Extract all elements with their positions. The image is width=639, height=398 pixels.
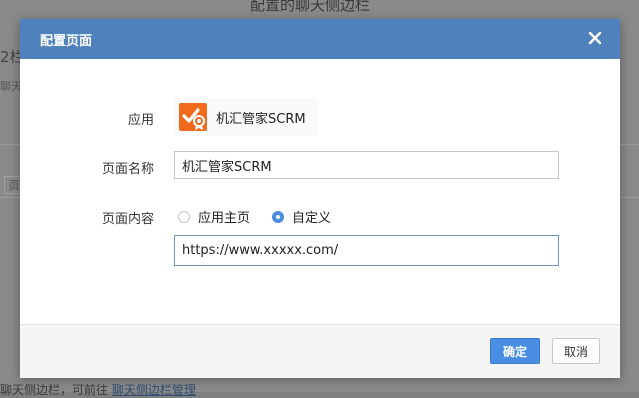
radio-app-homepage[interactable]: 应用主页 <box>178 207 250 226</box>
page-content-label: 页面内容 <box>101 212 154 227</box>
app-selector: 机汇管家SCRM <box>174 98 317 136</box>
page-name-input[interactable] <box>174 151 559 179</box>
close-icon <box>588 31 602 45</box>
close-button[interactable] <box>584 27 606 49</box>
app-label: 应用 <box>127 113 154 128</box>
radio-label: 应用主页 <box>198 211 251 226</box>
dialog-footer: 确定 取消 <box>20 324 620 378</box>
dialog-header: 配置页面 <box>20 19 620 59</box>
background-hint-text: 聊天侧边栏，可前往 <box>0 383 109 397</box>
background-fragment: 聊天 <box>0 80 22 93</box>
background-title: 配置的聊天侧边栏 <box>250 0 371 14</box>
confirm-button[interactable]: 确定 <box>490 338 540 364</box>
radio-custom[interactable]: 自定义 <box>272 207 331 226</box>
page-content-radio-group: 应用主页 自定义 <box>178 207 331 226</box>
certified-check-badge-icon <box>179 103 207 131</box>
dialog-title: 配置页面 <box>40 34 93 49</box>
radio-label: 自定义 <box>292 211 332 226</box>
radio-unchecked-icon <box>178 210 190 223</box>
configure-page-dialog: 配置页面 应用 机汇管家SCRM 页面名称 页面内容 应用主页 自定义 <box>20 19 620 378</box>
sidebar-management-link: 聊天侧边栏管理 <box>111 383 196 397</box>
custom-url-input[interactable] <box>174 235 559 266</box>
app-name: 机汇管家SCRM <box>216 111 306 127</box>
radio-checked-icon <box>272 210 285 223</box>
page-name-label: 页面名称 <box>101 162 154 177</box>
background-hint: 聊天侧边栏，可前往 聊天侧边栏管理 <box>0 381 196 398</box>
cancel-button[interactable]: 取消 <box>552 338 600 364</box>
